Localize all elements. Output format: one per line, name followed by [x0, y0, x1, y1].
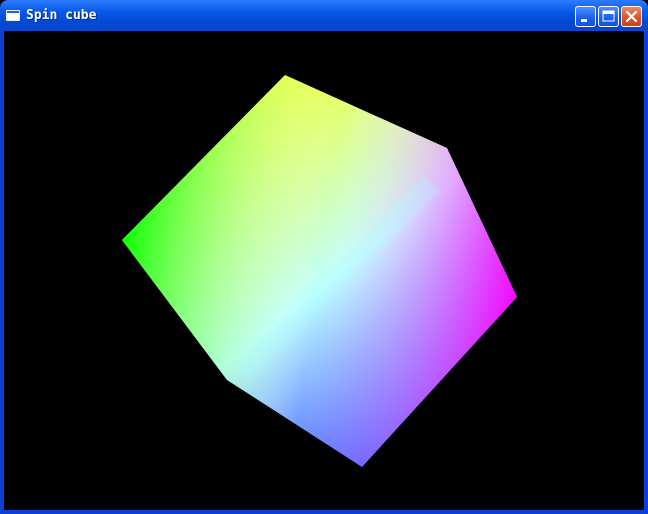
maximize-icon — [602, 10, 615, 22]
cube-side-tint — [122, 75, 517, 467]
spin-cube-render — [122, 75, 517, 467]
gl-canvas[interactable] — [4, 31, 644, 510]
maximize-button[interactable] — [598, 6, 619, 27]
minimize-icon — [581, 19, 587, 22]
close-icon — [625, 10, 638, 23]
title-bar[interactable]: Spin cube — [0, 0, 648, 31]
window-app-icon[interactable] — [6, 10, 20, 21]
minimize-button[interactable] — [575, 6, 596, 27]
app-window: Spin cube — [0, 0, 648, 514]
window-title: Spin cube — [26, 8, 97, 23]
close-button[interactable] — [621, 6, 642, 27]
